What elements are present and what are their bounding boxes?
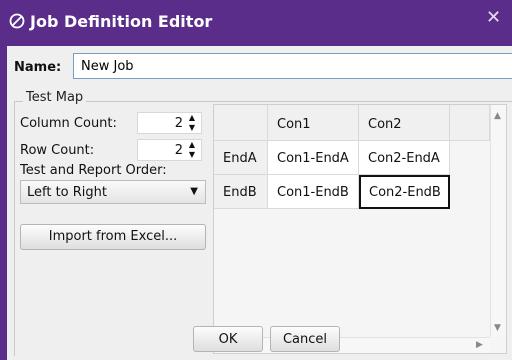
scroll-right-icon[interactable]: ▶ <box>476 340 483 350</box>
grid-cell[interactable]: Con2-EndA <box>359 141 450 175</box>
name-label: Name: <box>14 60 62 75</box>
spin-down-icon[interactable]: ▼ <box>186 123 198 133</box>
title-bar[interactable]: Job Definition Editor ✕ <box>0 0 512 46</box>
chevron-down-icon: ▼ <box>190 186 198 197</box>
job-definition-editor-window: Job Definition Editor ✕ Name: Test Map C… <box>0 0 512 360</box>
vertical-scrollbar[interactable] <box>490 105 506 337</box>
column-count-value: 2 <box>174 116 183 131</box>
test-map-legend: Test Map <box>23 90 87 105</box>
window-title: Job Definition Editor <box>30 12 213 31</box>
grid-cell[interactable]: Con1-EndA <box>268 141 359 175</box>
spin-up-icon[interactable]: ▲ <box>186 140 198 150</box>
name-input[interactable] <box>73 53 512 79</box>
disabled-circle-icon <box>9 13 25 29</box>
grid-corner-cell <box>214 105 268 141</box>
row-header[interactable]: EndB <box>214 175 268 209</box>
row-header[interactable]: EndA <box>214 141 268 175</box>
row-count-label: Row Count: <box>20 143 95 158</box>
selected-grid-cell[interactable]: Con2-EndB <box>359 175 450 209</box>
dialog-body: Name: Test Map Column Count: 2 ▲ ▼ Row C… <box>7 46 512 360</box>
row-count-value: 2 <box>174 143 183 158</box>
column-count-label: Column Count: <box>20 116 117 131</box>
import-from-excel-button[interactable]: Import from Excel... <box>20 224 206 250</box>
test-map-grid[interactable]: Con1 Con2 EndA Con1-EndA Con2-EndA EndB … <box>213 104 507 354</box>
order-select[interactable]: Left to Right ▼ <box>20 180 206 204</box>
scroll-down-icon[interactable]: ▼ <box>494 323 501 333</box>
column-header[interactable]: Con2 <box>359 105 450 141</box>
cancel-button[interactable]: Cancel <box>270 326 340 352</box>
row-count-spinner[interactable]: 2 ▲ ▼ <box>137 139 202 161</box>
spin-down-icon[interactable]: ▼ <box>186 150 198 160</box>
order-selected-value: Left to Right <box>27 185 108 200</box>
spin-up-icon[interactable]: ▲ <box>186 113 198 123</box>
grid-cell[interactable]: Con1-EndB <box>268 175 359 209</box>
ok-button[interactable]: OK <box>193 326 263 352</box>
scroll-up-icon[interactable]: ▲ <box>494 111 501 121</box>
empty-header-cell <box>450 105 490 141</box>
order-label: Test and Report Order: <box>20 163 167 178</box>
column-header[interactable]: Con1 <box>268 105 359 141</box>
column-count-spinner[interactable]: 2 ▲ ▼ <box>137 112 202 134</box>
close-icon[interactable]: ✕ <box>486 7 501 28</box>
